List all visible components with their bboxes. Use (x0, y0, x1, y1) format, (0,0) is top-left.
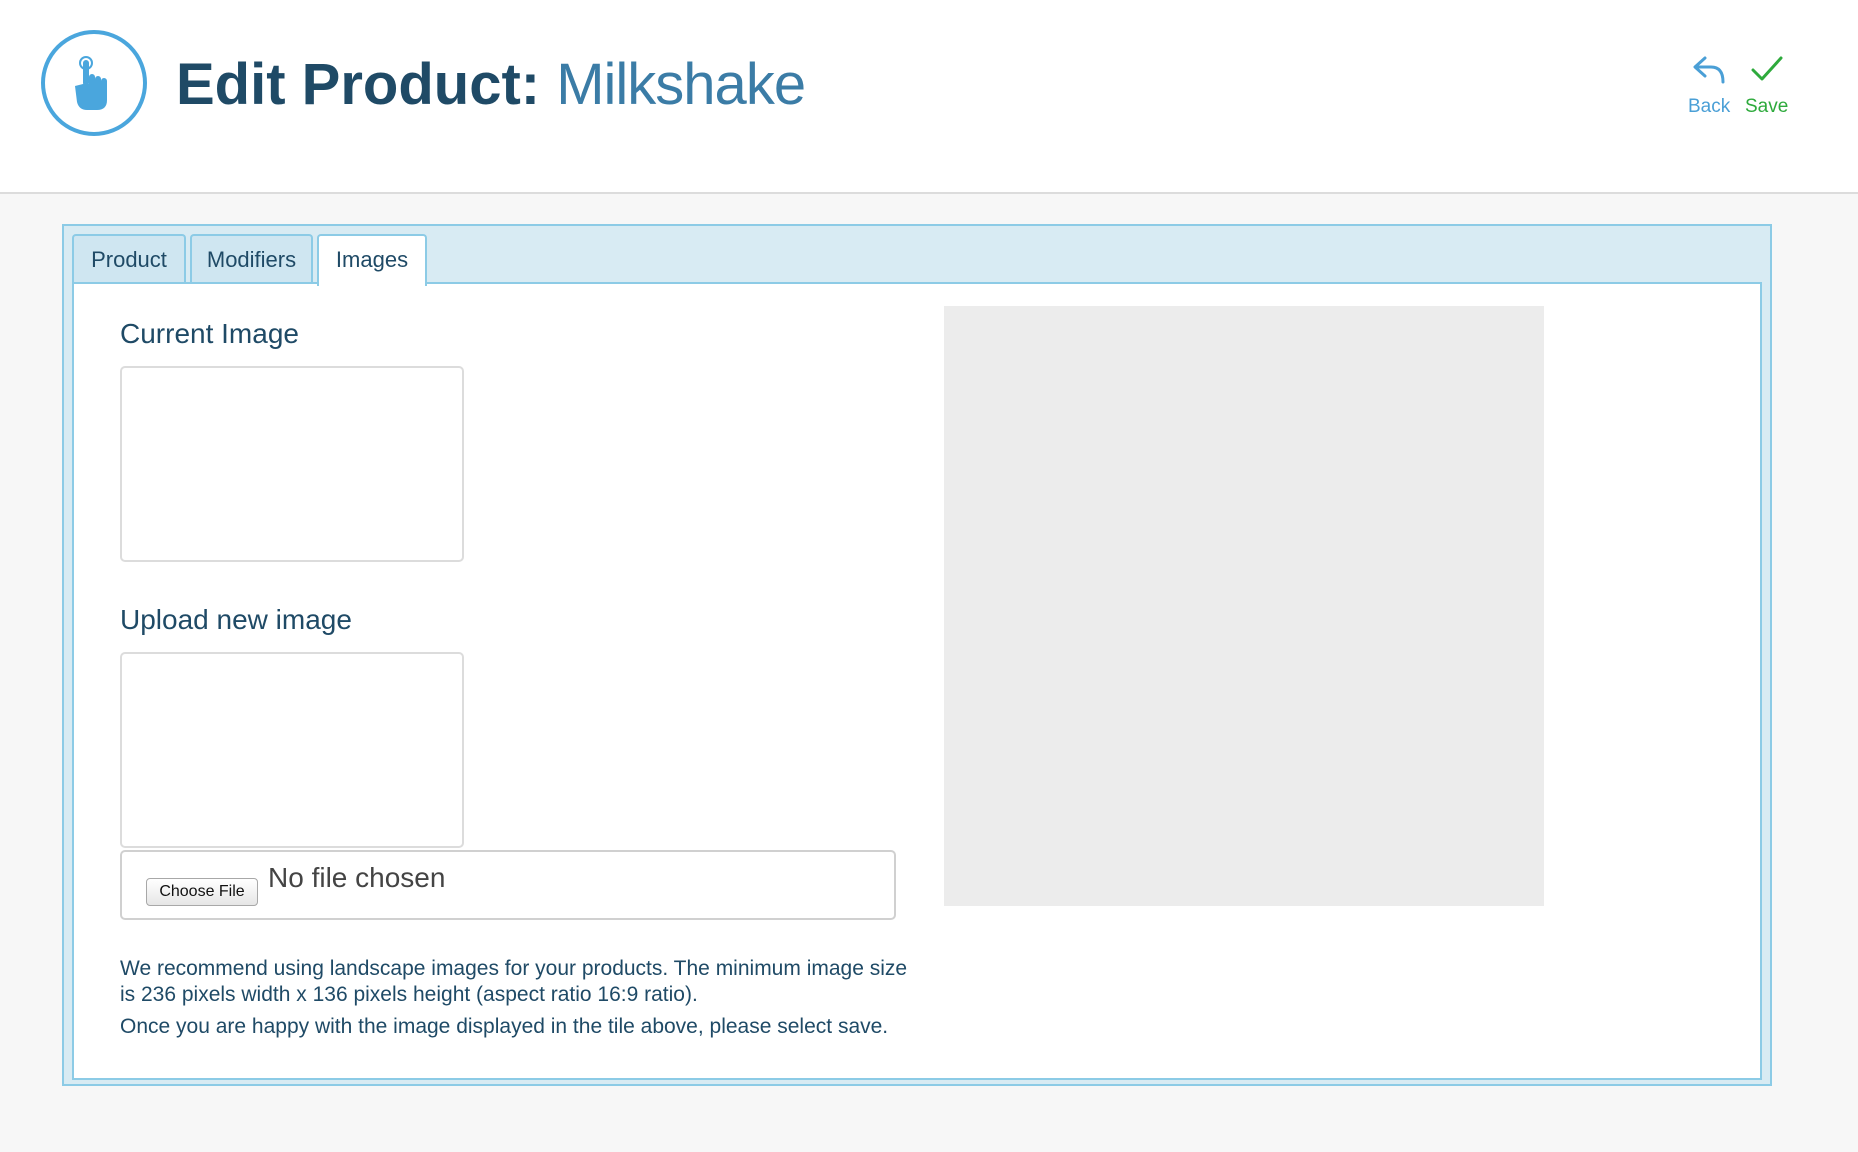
tab-images[interactable]: Images (317, 234, 427, 286)
current-image-heading: Current Image (120, 318, 299, 349)
tab-modifiers[interactable]: Modifiers (190, 234, 313, 284)
image-size-help: We recommend using landscape images for … (120, 957, 908, 1006)
tab-product[interactable]: Product (72, 234, 186, 284)
logo (41, 30, 147, 136)
file-status: No file chosen (268, 862, 446, 893)
current-image-box (120, 366, 464, 562)
back-button[interactable]: Back (1688, 52, 1730, 118)
save-label: Save (1745, 96, 1789, 117)
upload-image-box[interactable] (120, 652, 464, 848)
page-title: Edit Product: Milkshake (176, 50, 806, 120)
page-title-prefix: Edit Product: (176, 52, 541, 117)
pointing-hand-icon (75, 56, 107, 110)
file-input[interactable]: Choose File No file chosen (120, 850, 896, 920)
images-tab-content: Current Image Upload new image Choose Fi… (72, 282, 1762, 1080)
reply-arrow-icon (1693, 56, 1725, 84)
save-help: Once you are happy with the image displa… (120, 1015, 889, 1038)
checkmark-icon (1751, 56, 1783, 81)
page-header: Edit Product: Milkshake Back Save (0, 0, 1858, 194)
image-preview-tile (944, 306, 1544, 906)
back-label: Back (1688, 96, 1731, 117)
product-edit-panel: Product Modifiers Images Current Image U… (62, 224, 1772, 1086)
save-button[interactable]: Save (1745, 52, 1788, 118)
choose-file-button[interactable]: Choose File (146, 878, 258, 906)
upload-image-heading: Upload new image (120, 604, 352, 635)
product-name: Milkshake (556, 52, 806, 117)
